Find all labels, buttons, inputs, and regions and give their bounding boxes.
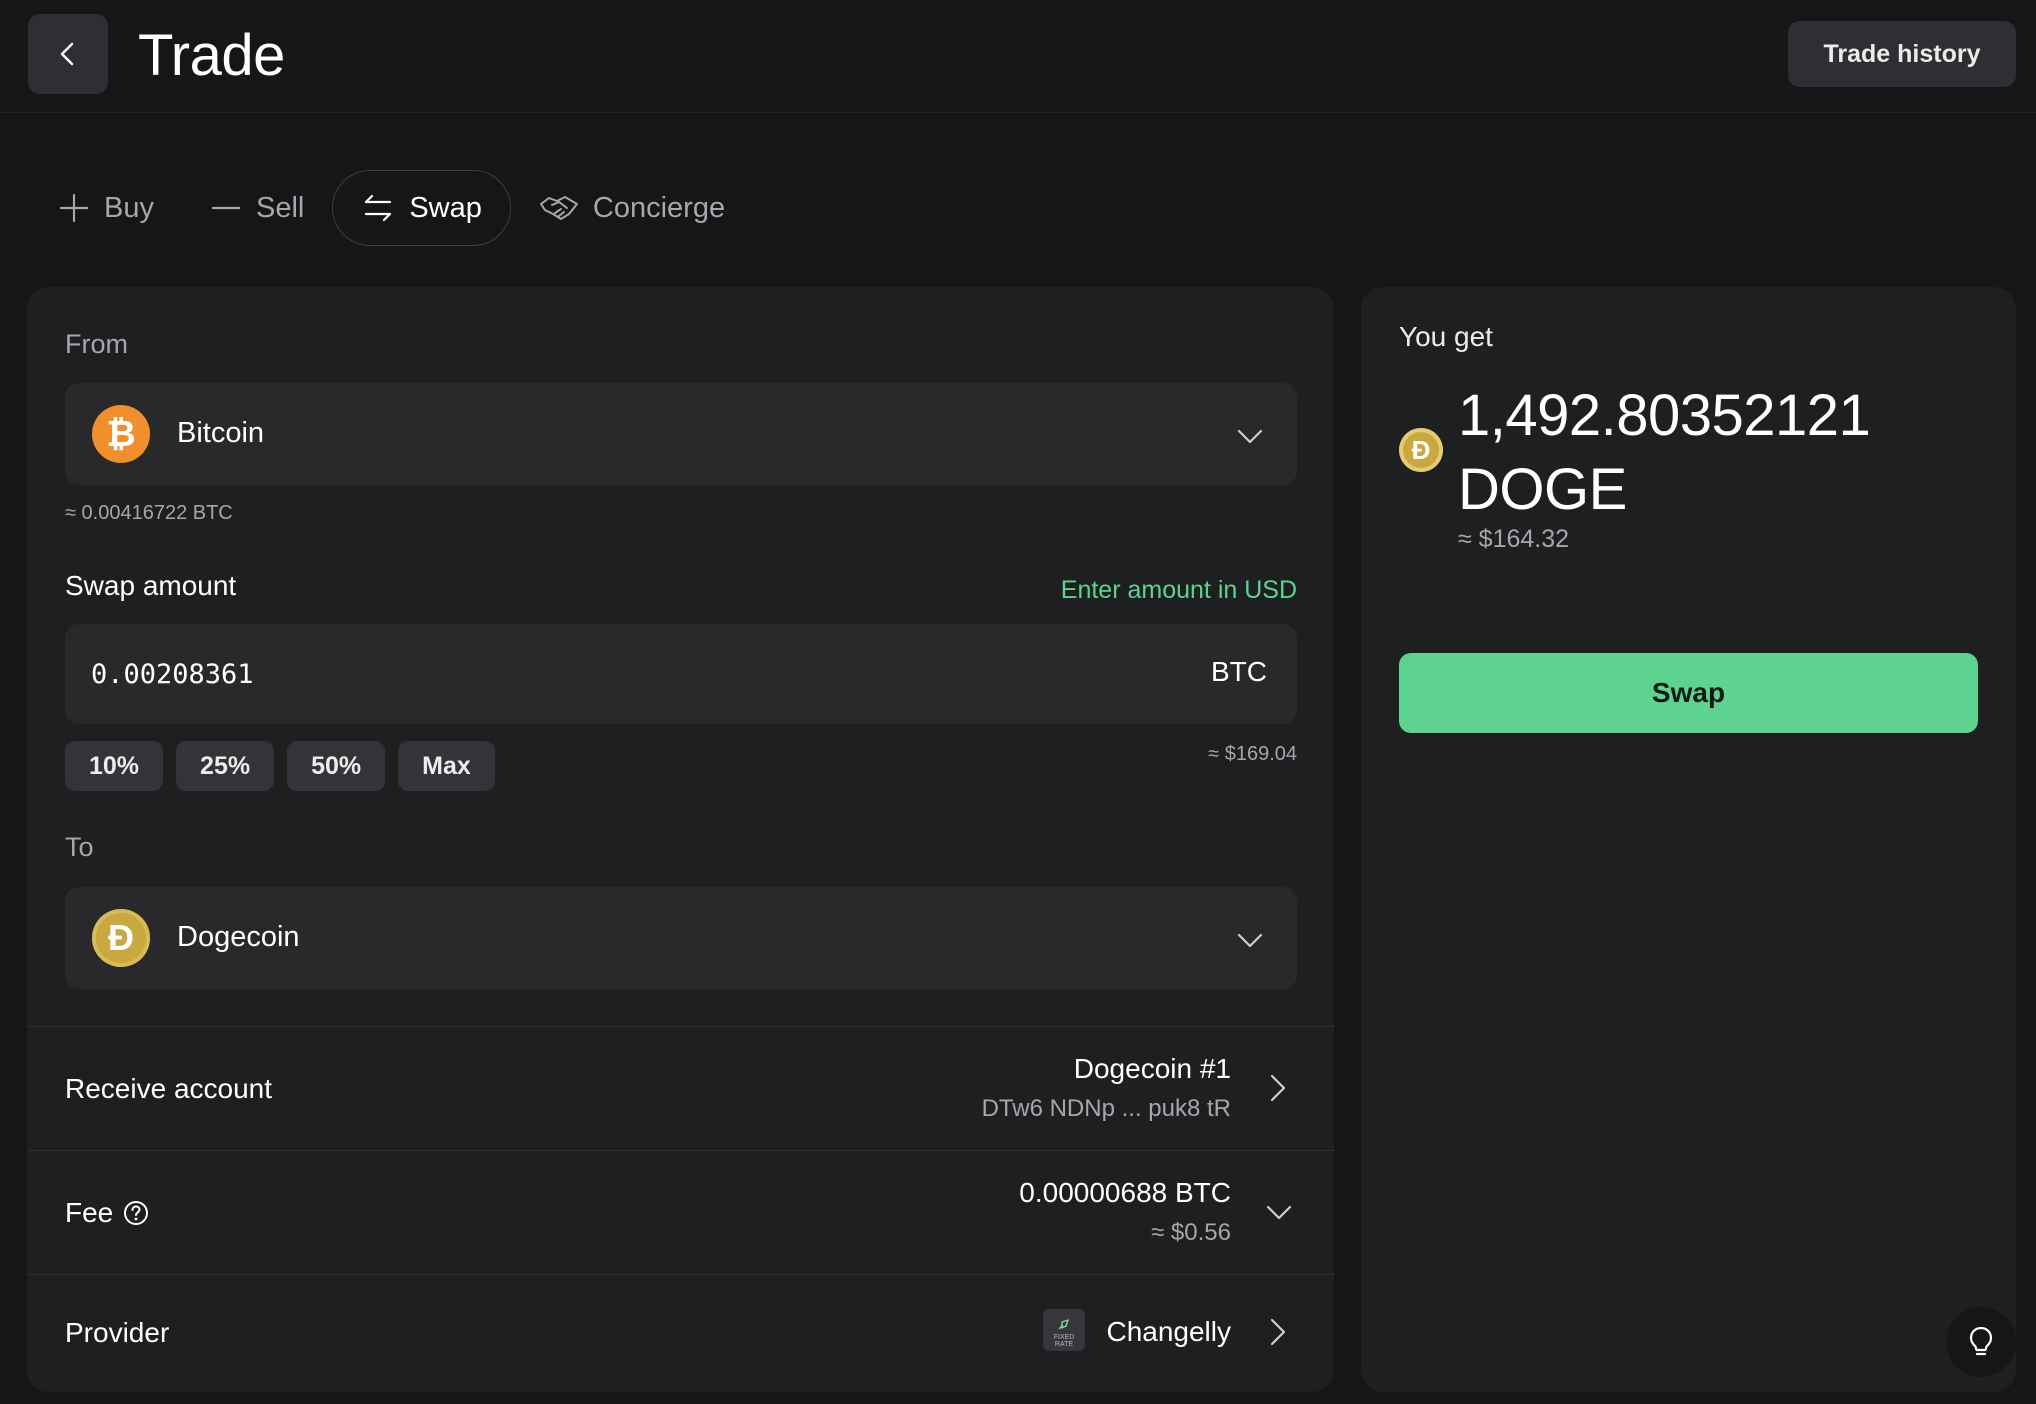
- receive-account-row[interactable]: Receive account Dogecoin #1 DTw6 NDNp ..…: [27, 1026, 1334, 1150]
- tab-sell-label: Sell: [255, 191, 305, 224]
- back-button[interactable]: [28, 14, 108, 94]
- bitcoin-icon: ₿: [92, 405, 150, 463]
- receive-account-name: Dogecoin #1: [1073, 1053, 1231, 1084]
- summary-card: You get Đ 1,492.80352121 DOGE ≈ $164.32 …: [1361, 287, 2016, 1392]
- you-get-unit: DOGE: [1458, 457, 1627, 522]
- swap-amount-usd: ≈ $169.04: [1208, 743, 1297, 765]
- provider-name: Changelly: [1106, 1316, 1231, 1347]
- you-get-amount: 1,492.80352121 DOGE: [1458, 379, 1871, 527]
- preset-10-button[interactable]: 10%: [65, 741, 164, 791]
- swap-amount-field[interactable]: BTC: [65, 624, 1297, 724]
- receive-account-label: Receive account: [65, 1073, 273, 1104]
- you-get-value: 1,492.80352121: [1458, 383, 1871, 448]
- receive-account-address: DTw6 NDNp ... puk8 tR: [981, 1095, 1231, 1122]
- plus-icon: [59, 193, 89, 223]
- preset-25-button[interactable]: 25%: [176, 741, 275, 791]
- trade-page: Trade Trade history Buy Sell Swap Concie…: [0, 0, 2036, 1404]
- rocket-icon: [1058, 1319, 1069, 1330]
- enter-usd-link[interactable]: Enter amount in USD: [1061, 576, 1297, 605]
- fee-usd: ≈ $0.56: [1151, 1219, 1231, 1246]
- tab-swap-label: Swap: [409, 191, 482, 224]
- tab-swap[interactable]: Swap: [332, 170, 511, 246]
- swap-amount-unit: BTC: [1211, 656, 1267, 687]
- from-asset-name: Bitcoin: [177, 417, 265, 449]
- trade-tabs: Buy Sell Swap Concierge: [28, 170, 753, 246]
- from-asset-select[interactable]: ₿ Bitcoin: [65, 383, 1297, 485]
- chevron-left-icon: [60, 42, 74, 66]
- help-circle-icon[interactable]: [123, 1200, 149, 1226]
- dogecoin-icon: Đ: [1399, 428, 1443, 472]
- you-get-usd: ≈ $164.32: [1458, 525, 1570, 553]
- top-bar: Trade Trade history: [0, 0, 2036, 113]
- trade-history-button[interactable]: Trade history: [1788, 21, 2016, 87]
- tab-sell[interactable]: Sell: [182, 170, 332, 246]
- badge-line-2: RATE: [1054, 1341, 1074, 1348]
- preset-50-button[interactable]: 50%: [287, 741, 386, 791]
- to-asset-name: Dogecoin: [177, 921, 300, 953]
- minus-icon: [211, 206, 241, 210]
- you-get-label: You get: [1399, 321, 1493, 352]
- from-balance: ≈ 0.00416722 BTC: [65, 502, 233, 524]
- tab-buy-label: Buy: [104, 191, 154, 224]
- chevron-down-icon: [1237, 933, 1263, 948]
- badge-line-1: FIXED: [1053, 1334, 1075, 1341]
- swap-arrows-icon: [365, 194, 392, 222]
- chevron-right-icon: [1270, 1318, 1286, 1346]
- tips-button[interactable]: [1946, 1307, 2016, 1377]
- fee-label: Fee: [65, 1197, 114, 1228]
- provider-row[interactable]: Provider FIXED RATE Changelly: [27, 1274, 1334, 1392]
- chevron-down-icon: [1237, 429, 1263, 444]
- lightbulb-icon: [1969, 1326, 1993, 1356]
- fee-row[interactable]: Fee 0.00000688 BTC ≈ $0.56: [27, 1150, 1334, 1274]
- tab-concierge[interactable]: Concierge: [511, 170, 753, 246]
- amount-presets: 10% 25% 50% Max: [65, 741, 495, 791]
- preset-max-button[interactable]: Max: [398, 741, 495, 791]
- provider-label: Provider: [65, 1317, 170, 1348]
- handshake-icon: [539, 196, 578, 220]
- fee-amount: 0.00000688 BTC: [1019, 1177, 1231, 1208]
- tab-buy[interactable]: Buy: [28, 170, 182, 246]
- dogecoin-icon: Đ: [92, 909, 150, 967]
- from-label: From: [65, 329, 128, 359]
- fee-label-group: Fee: [65, 1197, 149, 1229]
- swap-amount-label: Swap amount: [65, 570, 237, 601]
- tab-concierge-label: Concierge: [592, 191, 726, 224]
- swap-amount-input[interactable]: [91, 652, 991, 696]
- to-asset-select[interactable]: Đ Dogecoin: [65, 887, 1297, 989]
- swap-button[interactable]: Swap: [1399, 653, 1978, 733]
- page-title: Trade: [138, 23, 285, 88]
- to-label: To: [65, 832, 94, 862]
- fixed-rate-badge: FIXED RATE: [1043, 1309, 1085, 1351]
- chevron-down-icon: [1266, 1205, 1292, 1220]
- swap-form-card: From ₿ Bitcoin ≈ 0.00416722 BTC Swap amo…: [27, 287, 1334, 1392]
- chevron-right-icon: [1270, 1074, 1286, 1102]
